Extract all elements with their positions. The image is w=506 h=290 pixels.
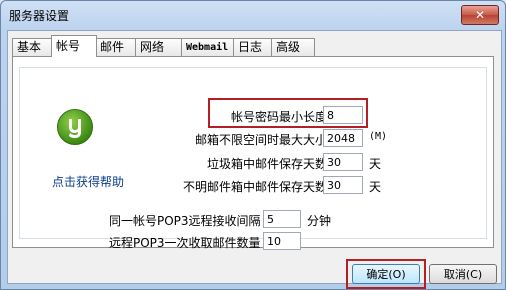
tab-webmail[interactable]: Webmail <box>181 38 235 56</box>
tab-label: Webmail <box>186 42 229 53</box>
cancel-button-label: 取消(C) <box>443 268 483 281</box>
help-glyph <box>69 119 81 138</box>
dialog-client: 基本 帐号 邮件 网络 Webmail 日志 高级 点击获得帮助 帐号密码最小长… <box>7 30 502 289</box>
tab-label: 基本 <box>17 40 42 54</box>
tab-panel-account: 点击获得帮助 帐号密码最小长度 8 邮箱不限空间时最大大小 2048 (M) 垃… <box>12 56 494 250</box>
tab-basic[interactable]: 基本 <box>12 38 52 56</box>
trash-keep-days-label: 垃圾箱中邮件保存天数 <box>206 157 327 171</box>
tab-label: 高级 <box>276 40 301 54</box>
help-link[interactable]: 点击获得帮助 <box>52 173 124 190</box>
tab-label: 网络 <box>140 40 165 54</box>
close-button[interactable]: ✕ <box>461 5 499 25</box>
cancel-button[interactable]: 取消(C) <box>429 264 497 284</box>
unknown-keep-days-label: 不明邮件箱中邮件保存天数 <box>182 180 327 194</box>
settings-dialog: 服务器设置 ✕ 基本 帐号 邮件 网络 Webmail 日志 高级 点击获得帮助… <box>0 0 506 290</box>
pop3-batch-label: 远程POP3一次收取邮件数量 <box>109 236 261 250</box>
pop3-interval-unit: 分钟 <box>307 214 332 228</box>
tab-label: 邮件 <box>100 40 125 54</box>
trash-keep-days-input[interactable]: 30 <box>323 153 363 171</box>
help-icon[interactable] <box>57 109 93 145</box>
tab-account[interactable]: 帐号 <box>51 35 97 57</box>
close-icon: ✕ <box>474 8 486 22</box>
pop3-interval-label: 同一帐号POP3远程接收间隔 <box>109 214 261 228</box>
ok-button-highlight <box>346 259 426 289</box>
unknown-keep-days-unit: 天 <box>369 180 382 194</box>
tab-advanced[interactable]: 高级 <box>271 38 315 56</box>
tab-network[interactable]: 网络 <box>135 38 183 56</box>
unknown-keep-days-input[interactable]: 30 <box>323 176 363 194</box>
tab-label: 帐号 <box>56 39 81 53</box>
pop3-batch-input[interactable]: 10 <box>263 232 301 250</box>
tab-label: 日志 <box>238 40 263 54</box>
title-bar[interactable]: 服务器设置 ✕ <box>1 1 505 29</box>
tab-mail[interactable]: 邮件 <box>95 38 137 56</box>
pop3-interval-input[interactable]: 5 <box>263 210 301 228</box>
window-title: 服务器设置 <box>9 9 70 23</box>
tab-log[interactable]: 日志 <box>233 38 273 56</box>
mailbox-max-size-input[interactable]: 2048 <box>323 129 363 147</box>
trash-keep-days-unit: 天 <box>369 157 382 171</box>
mailbox-max-size-unit: (M) <box>369 131 388 142</box>
password-row-highlight <box>208 98 368 128</box>
mailbox-max-size-label: 邮箱不限空间时最大大小 <box>194 133 327 147</box>
